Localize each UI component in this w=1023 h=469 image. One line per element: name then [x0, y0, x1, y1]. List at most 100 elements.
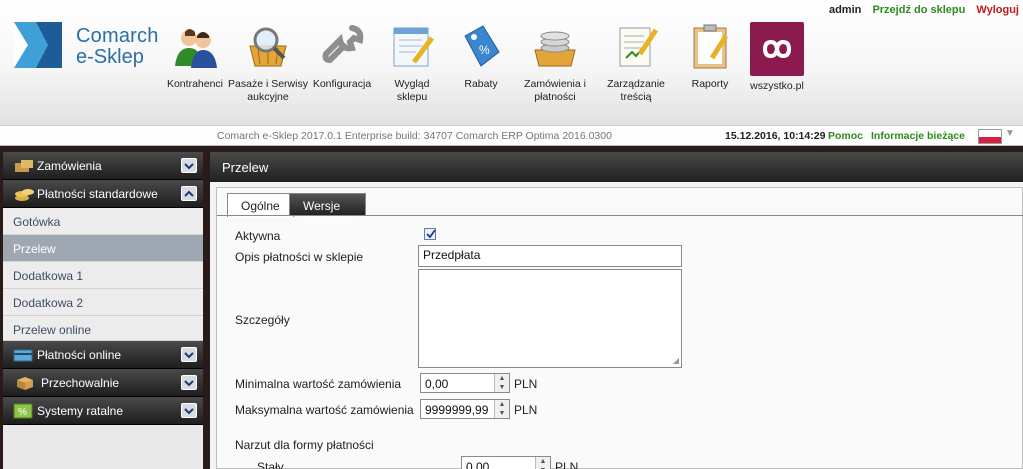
- max-currency: PLN: [514, 403, 538, 417]
- surcharge-label: Narzut dla formy płatności: [235, 438, 374, 452]
- stepper-buttons: ▲ ▼: [494, 400, 509, 418]
- coins-basket-icon: [534, 31, 576, 67]
- nav-pasaze[interactable]: Pasaże i Serwisy aukcyjne: [228, 22, 308, 104]
- tab-ogolne[interactable]: Ogólne: [227, 193, 294, 217]
- sidebar-item-dodatkowa-1[interactable]: Dodatkowa 1: [3, 262, 203, 289]
- nav-label: Zamówienia i płatności: [524, 78, 586, 103]
- description-label: Opis płatności w sklepie: [235, 250, 364, 264]
- sidebar-item-dodatkowa-2[interactable]: Dodatkowa 2: [3, 289, 203, 316]
- chevron-down-icon: [184, 380, 194, 387]
- expand-toggle[interactable]: [181, 403, 197, 418]
- brand-name-line2: e-Sklep: [76, 46, 144, 68]
- sidebar-section-zamowienia[interactable]: Zamówienia: [3, 152, 203, 180]
- basket-magnifier-icon: [249, 27, 287, 67]
- sidebar-section-przechowalnie[interactable]: Przechowalnie: [3, 369, 203, 397]
- min-value-label: Minimalna wartość zamówienia: [235, 377, 402, 391]
- orders-icon: [15, 160, 33, 172]
- nav-wyglad-sklepu[interactable]: Wygląd sklepu: [378, 22, 446, 104]
- nav-label: Pasaże i Serwisy aukcyjne: [228, 78, 308, 103]
- wrench-icon: [322, 25, 364, 64]
- expand-toggle[interactable]: [181, 158, 197, 173]
- expand-toggle[interactable]: [181, 347, 197, 362]
- sidebar-section-platnosci-standardowe[interactable]: Płatności standardowe: [3, 180, 203, 208]
- collapse-toggle[interactable]: [181, 186, 197, 201]
- sidebar-section-systemy-ratalne[interactable]: % Systemy ratalne: [3, 397, 203, 425]
- min-currency: PLN: [514, 377, 538, 391]
- nav-label: Kontrahenci: [166, 78, 224, 90]
- chevron-up-icon: [184, 190, 194, 197]
- min-value-stepper[interactable]: 0,00 ▲ ▼: [420, 373, 510, 393]
- header: Comarch e-Sklep admin Przejdź do sklepu …: [0, 0, 1023, 126]
- logout-link[interactable]: Wyloguj: [976, 4, 1019, 16]
- coins-icon: [15, 189, 34, 201]
- tab-wersje-jezykowe[interactable]: Wersje językowe: [289, 193, 367, 227]
- comarch-logo[interactable]: Comarch e-Sklep: [14, 22, 174, 72]
- nav-label: Wygląd sklepu: [394, 78, 430, 103]
- sidebar-section-label: Płatności online: [37, 348, 122, 362]
- sidebar-item-gotowka[interactable]: Gotówka: [3, 208, 203, 235]
- help-link[interactable]: Pomoc: [828, 130, 863, 142]
- stepper-up-icon[interactable]: ▲: [495, 374, 509, 383]
- sidebar: Zamówienia Płatności standardowe Gotówka…: [3, 152, 203, 469]
- active-checkbox[interactable]: [424, 228, 436, 240]
- form-panel: Ogólne Wersje językowe Aktywna Opis płat…: [216, 187, 1023, 469]
- details-textarea[interactable]: ◢: [418, 269, 682, 368]
- page-title: Przelew: [210, 152, 1023, 182]
- clipboard-pencil-icon: [693, 24, 729, 69]
- nav-konfiguracja[interactable]: Konfiguracja: [312, 22, 372, 91]
- nav-zamowienia-platnosci[interactable]: Zamówienia i płatności: [518, 22, 592, 104]
- user-name: admin: [828, 4, 862, 16]
- nav-label: Rabaty: [464, 78, 498, 90]
- card-icon: [13, 349, 33, 362]
- stepper-buttons: ▲ ▼: [535, 457, 550, 469]
- datetime: 15.12.2016, 10:14:29: [725, 130, 826, 142]
- max-value-stepper[interactable]: 9999999,99 ▲ ▼: [420, 399, 510, 419]
- sidebar-section-label: Systemy ratalne: [37, 404, 124, 418]
- fixed-currency: PLN: [555, 460, 579, 469]
- percent-icon: %: [13, 403, 33, 419]
- chevron-down-icon: [184, 352, 194, 359]
- svg-text:%: %: [18, 407, 27, 418]
- sidebar-item-przelew[interactable]: Przelew: [3, 235, 203, 262]
- comarch-logo-icon: [14, 22, 62, 68]
- stepper-buttons: ▲ ▼: [494, 374, 509, 392]
- chevron-down-icon[interactable]: ▼: [1005, 128, 1015, 139]
- infinity-logo-icon: [762, 39, 792, 59]
- max-value-label: Maksymalna wartość zamówienia: [235, 403, 414, 417]
- stepper-down-icon[interactable]: ▼: [495, 383, 509, 392]
- description-input[interactable]: Przedpłata: [418, 245, 682, 267]
- status-bar: Comarch e-Sklep 2017.0.1 Enterprise buil…: [0, 126, 1023, 146]
- resize-grip-icon[interactable]: ◢: [673, 356, 679, 365]
- nav-zarzadzanie-trescia[interactable]: Zarządzanie treścią: [600, 22, 672, 104]
- stepper-down-icon[interactable]: ▼: [495, 409, 509, 418]
- nav-kontrahenci[interactable]: Kontrahenci: [166, 22, 224, 91]
- language-flag-icon[interactable]: [978, 129, 1002, 144]
- max-value: 9999999,99: [425, 403, 489, 417]
- sidebar-section-platnosci-online[interactable]: Płatności online: [3, 341, 203, 369]
- fixed-value-stepper[interactable]: 0,00 ▲ ▼: [461, 456, 551, 469]
- go-to-shop-link[interactable]: Przejdź do sklepu: [872, 4, 965, 16]
- details-label: Szczegóły: [235, 313, 290, 327]
- chevron-down-icon: [184, 163, 194, 170]
- sidebar-section-label: Zamówienia: [37, 159, 102, 173]
- nav-rabaty[interactable]: % Rabaty: [456, 22, 506, 91]
- chevron-down-icon: [184, 408, 194, 415]
- fixed-value: 0,00: [466, 460, 490, 469]
- stepper-up-icon[interactable]: ▲: [536, 457, 550, 466]
- build-info: Comarch e-Sklep 2017.0.1 Enterprise buil…: [217, 130, 612, 142]
- sidebar-item-przelew-online[interactable]: Przelew online: [3, 316, 203, 341]
- nav-wszystko-label[interactable]: wszystko.pl: [746, 80, 808, 93]
- nav-raporty[interactable]: Raporty: [684, 22, 736, 91]
- top-links: admin Przejdź do sklepu Wyloguj: [821, 4, 1019, 16]
- expand-toggle[interactable]: [181, 375, 197, 390]
- stepper-up-icon[interactable]: ▲: [495, 400, 509, 409]
- wszystko-logo[interactable]: [750, 22, 804, 76]
- tabs-divider: [217, 215, 1023, 216]
- info-link[interactable]: Informacje bieżące: [871, 130, 965, 142]
- checkmark-icon: [426, 229, 436, 239]
- sidebar-section-label: Przechowalnie: [41, 376, 120, 390]
- window-pencil-icon: [393, 27, 434, 67]
- min-value: 0,00: [425, 377, 449, 391]
- box-icon: [17, 377, 33, 390]
- document-pencil-icon: [619, 27, 659, 67]
